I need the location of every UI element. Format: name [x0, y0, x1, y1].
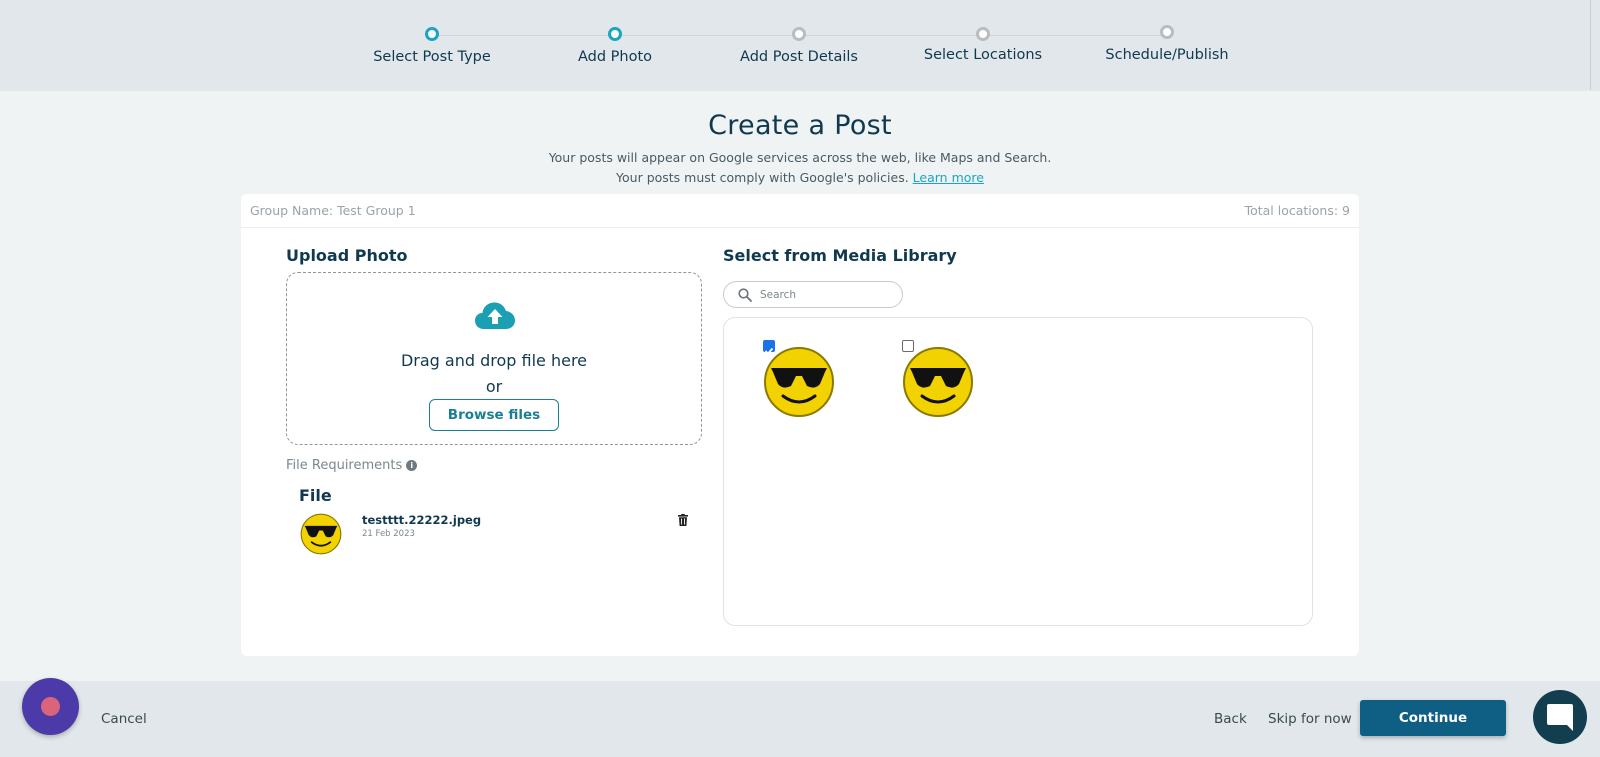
subtitle-line1: Your posts will appear on Google service…: [548, 150, 1052, 165]
progress-stepper: Select Post Type Add Photo Add Post Deta…: [0, 0, 1600, 91]
group-name: Group Name: Test Group 1: [250, 203, 416, 218]
info-icon[interactable]: i: [406, 460, 418, 471]
subtitle-policy-text: Your posts must comply with Google's pol…: [616, 170, 909, 185]
media-item[interactable]: [902, 340, 974, 417]
media-thumbnail: [764, 347, 834, 417]
cloud-upload-icon: [475, 302, 515, 329]
or-text: or: [485, 377, 503, 396]
search-input[interactable]: [760, 287, 895, 303]
file-requirements[interactable]: File Requirements i: [286, 458, 418, 473]
step-dot: [608, 27, 622, 41]
media-search-box[interactable]: [723, 281, 903, 308]
media-item[interactable]: [763, 340, 835, 417]
record-dot-icon: [41, 697, 60, 716]
step-dot: [1160, 25, 1174, 39]
media-library-title: Select from Media Library: [723, 246, 957, 265]
cancel-button[interactable]: Cancel: [101, 711, 147, 727]
subtitle-line2: Your posts must comply with Google's pol…: [0, 170, 1600, 185]
media-thumbnail: [903, 347, 973, 417]
step-add-photo[interactable]: Add Photo: [515, 27, 715, 65]
back-button[interactable]: Back: [1214, 711, 1247, 727]
continue-button[interactable]: Continue: [1360, 700, 1506, 736]
browse-files-button[interactable]: Browse files: [429, 399, 559, 431]
chat-button[interactable]: [1533, 690, 1587, 744]
file-heading: File: [299, 486, 332, 505]
card-header: Group Name: Test Group 1 Total locations…: [241, 194, 1359, 228]
file-dropzone[interactable]: Drag and drop file here or Browse files: [286, 272, 702, 445]
step-add-post-details[interactable]: Add Post Details: [699, 27, 899, 65]
step-schedule-publish[interactable]: Schedule/Publish: [1067, 25, 1267, 63]
scrollbar[interactable]: [1590, 0, 1600, 90]
step-select-post-type[interactable]: Select Post Type: [332, 27, 532, 65]
step-label: Add Photo: [577, 49, 653, 65]
file-requirements-label: File Requirements: [286, 458, 403, 473]
media-checkbox-unchecked[interactable]: [902, 340, 914, 352]
trash-icon[interactable]: [678, 514, 688, 526]
search-icon: [738, 288, 752, 302]
step-select-locations[interactable]: Select Locations: [883, 27, 1083, 63]
media-library-grid: [723, 317, 1313, 626]
assistant-button[interactable]: [22, 678, 79, 735]
post-card: Group Name: Test Group 1 Total locations…: [241, 194, 1359, 656]
step-dot: [792, 27, 806, 41]
step-label: Select Locations: [923, 47, 1043, 63]
file-thumbnail: [300, 513, 342, 555]
step-label: Add Post Details: [740, 49, 858, 65]
step-label: Schedule/Publish: [1105, 47, 1229, 63]
total-locations: Total locations: 9: [1244, 203, 1350, 218]
skip-for-now-button[interactable]: Skip for now: [1268, 711, 1352, 727]
sunglasses-smiley-icon: [300, 513, 342, 555]
step-dot: [976, 27, 990, 41]
chat-bubble-icon: [1547, 704, 1573, 731]
page-title: Create a Post: [708, 110, 892, 141]
sunglasses-smiley-icon: [764, 347, 834, 417]
upload-photo-title: Upload Photo: [286, 246, 408, 265]
check-icon: [764, 347, 774, 355]
file-date: 21 Feb 2023: [362, 529, 415, 539]
step-label: Select Post Type: [373, 49, 491, 65]
drag-drop-text: Drag and drop file here: [400, 351, 588, 370]
step-dot: [425, 27, 439, 41]
media-checkbox-checked[interactable]: [763, 340, 775, 355]
file-name: testttt.22222.jpeg: [362, 513, 482, 527]
sunglasses-smiley-icon: [903, 347, 973, 417]
learn-more-link[interactable]: Learn more: [913, 170, 984, 185]
